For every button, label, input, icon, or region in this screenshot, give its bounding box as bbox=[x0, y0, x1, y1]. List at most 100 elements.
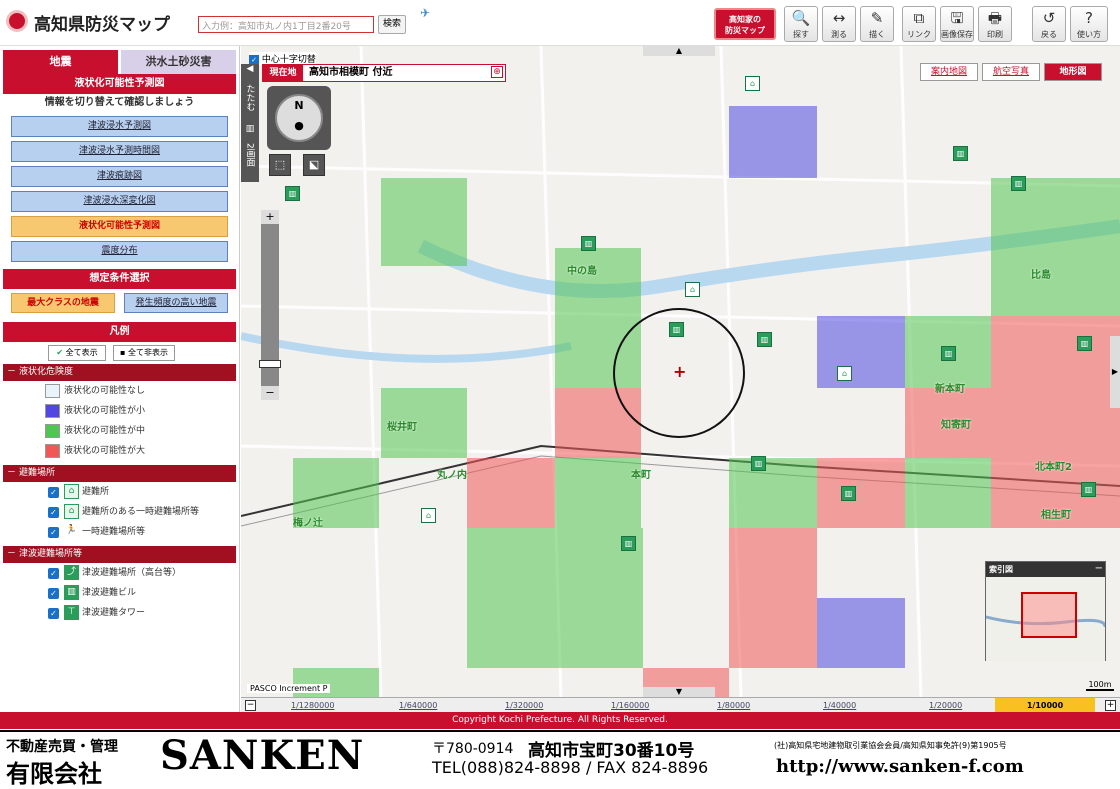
hide-all-button[interactable]: ▪ 全て非表示 bbox=[113, 345, 175, 361]
tsunami-building-icon[interactable]: ▥ bbox=[751, 456, 766, 471]
collapse-arrow-icon[interactable]: ◀ bbox=[241, 64, 259, 74]
up-arrow-icon[interactable]: ▲ bbox=[643, 46, 715, 56]
menu-tsunami-trace[interactable]: 津波痕跡図 bbox=[11, 166, 228, 187]
target-icon[interactable]: ⊕ bbox=[491, 66, 503, 78]
map-type-guide[interactable]: 案内地図 bbox=[920, 63, 978, 81]
tsunami-building-icon[interactable]: ▥ bbox=[581, 236, 596, 251]
menu-tsunami-depth[interactable]: 津波浸水深変化図 bbox=[11, 191, 228, 212]
find-button[interactable]: 🔍 探す bbox=[784, 6, 818, 42]
tsunami-building-icon[interactable]: ▥ bbox=[757, 332, 772, 347]
compass-icon[interactable]: N ● bbox=[275, 94, 323, 142]
plane-icon: ✈ bbox=[420, 6, 431, 20]
scale-option-current[interactable]: 1/10000 bbox=[995, 698, 1095, 713]
down-arrow-icon[interactable]: ▼ bbox=[643, 687, 715, 697]
map-type-terrain[interactable]: 地形図 bbox=[1044, 63, 1102, 81]
scale-option[interactable]: 1/40000 bbox=[823, 698, 856, 713]
zoom-out-box-icon[interactable]: ⬕ bbox=[303, 154, 325, 176]
menu-tsunami-flood[interactable]: 津波浸水予測図 bbox=[11, 116, 228, 137]
link-button[interactable]: ⧉ リンク bbox=[902, 6, 936, 42]
legend-label: 津波避難タワー bbox=[82, 608, 146, 618]
legend-item: 液状化の可能性なし bbox=[0, 381, 239, 401]
tsunami-building-icon[interactable]: ▥ bbox=[841, 486, 856, 501]
place-label: 本町 bbox=[631, 470, 651, 481]
tsunami-building-icon[interactable]: ▥ bbox=[953, 146, 968, 161]
shelter-icon[interactable]: ⌂ bbox=[421, 508, 436, 523]
checkbox-icon[interactable]: ✓ bbox=[48, 608, 59, 619]
split-button[interactable]: 2画面 bbox=[244, 136, 257, 174]
scale-option[interactable]: 1/640000 bbox=[399, 698, 437, 713]
back-button[interactable]: ↺ 戻る bbox=[1032, 6, 1066, 42]
draw-button[interactable]: ✎ 描く bbox=[860, 6, 894, 42]
place-label: 丸ノ内 bbox=[437, 470, 467, 481]
zoom-in-icon[interactable]: + bbox=[261, 210, 279, 224]
pencil-icon: ✎ bbox=[870, 9, 884, 27]
legend-label: 液状化の可能性が大 bbox=[64, 446, 146, 456]
shelter-icon[interactable]: ⌂ bbox=[685, 282, 700, 297]
home-disaster-map-button[interactable]: 高知家の 防災マップ bbox=[714, 8, 776, 40]
scale-option[interactable]: 1/320000 bbox=[505, 698, 543, 713]
place-label: 梅ノ辻 bbox=[293, 518, 323, 529]
shelter-icon[interactable]: ⌂ bbox=[837, 366, 852, 381]
scale-option[interactable]: 1/20000 bbox=[929, 698, 962, 713]
checkbox-icon[interactable]: ✓ bbox=[48, 527, 59, 538]
place-label: 新本町 bbox=[935, 384, 965, 395]
zoom-box-icon[interactable]: ⬚ bbox=[269, 154, 291, 176]
index-map-close-icon[interactable]: − bbox=[1095, 563, 1103, 574]
draw-label: 描く bbox=[869, 30, 885, 39]
tsunami-building-icon[interactable]: ▥ bbox=[285, 186, 300, 201]
scale-plus-icon[interactable]: + bbox=[1105, 700, 1116, 711]
zoom-handle[interactable] bbox=[259, 360, 281, 368]
tsunami-building-icon[interactable]: ▥ bbox=[621, 536, 636, 551]
zoom-out-icon[interactable]: − bbox=[261, 386, 279, 400]
measure-button[interactable]: ↔ 測る bbox=[822, 6, 856, 42]
tab-flood[interactable]: 洪水土砂災害 bbox=[121, 50, 236, 74]
checkbox-icon[interactable]: ✓ bbox=[48, 568, 59, 579]
collapse-button[interactable]: たたむ bbox=[244, 76, 257, 118]
scale-option[interactable]: 1/1280000 bbox=[291, 698, 334, 713]
max-class-quake-button[interactable]: 最大クラスの地震 bbox=[11, 293, 115, 313]
checkbox-icon[interactable]: ✓ bbox=[48, 487, 59, 498]
print-button[interactable]: 🖶 印刷 bbox=[978, 6, 1012, 42]
place-label: 桜井町 bbox=[387, 422, 417, 433]
legend-group-tsunami[interactable]: 津波避難場所等 bbox=[3, 546, 236, 563]
tsunami-building-icon[interactable]: ▥ bbox=[941, 346, 956, 361]
tsunami-building-icon[interactable]: ▥ bbox=[1011, 176, 1026, 191]
map-type-aerial[interactable]: 航空写真 bbox=[982, 63, 1040, 81]
search-button[interactable]: 検索 bbox=[378, 15, 406, 34]
shelter-icon[interactable]: ⌂ bbox=[745, 76, 760, 91]
right-arrow-icon[interactable]: ▶ bbox=[1110, 336, 1120, 408]
index-map[interactable]: 索引図 − bbox=[985, 561, 1107, 661]
pan-control[interactable]: N ● bbox=[267, 86, 331, 150]
ad-banner[interactable]: 不動産売買・管理 有限会社 SANKEN 〒780-0914 高知市宝町30番1… bbox=[0, 730, 1120, 788]
legend-item: ✓ ⌂ 避難所 bbox=[0, 482, 239, 502]
swatch-high bbox=[45, 444, 60, 458]
left-panel: 地震 洪水土砂災害 液状化可能性予測図 情報を切り替えて確認しましょう 津波浸水… bbox=[0, 46, 240, 712]
show-all-button[interactable]: ✔ 全て表示 bbox=[48, 345, 106, 361]
save-image-button[interactable]: 🖫 画像保存 bbox=[940, 6, 974, 42]
liquefaction-zone bbox=[817, 458, 905, 528]
printer-icon: 🖶 bbox=[987, 9, 1003, 27]
scale-option[interactable]: 1/80000 bbox=[717, 698, 750, 713]
liquefaction-zone bbox=[905, 388, 1120, 458]
legend-item: ✓ ⊤ 津波避難タワー bbox=[0, 603, 239, 623]
link-label: リンク bbox=[907, 30, 931, 39]
back-label: 戻る bbox=[1041, 30, 1057, 39]
menu-seismic-intensity[interactable]: 震度分布 bbox=[11, 241, 228, 262]
tab-earthquake[interactable]: 地震 bbox=[3, 50, 118, 74]
menu-tsunami-time[interactable]: 津波浸水予測時間図 bbox=[11, 141, 228, 162]
checkbox-icon[interactable]: ✓ bbox=[48, 588, 59, 599]
help-button[interactable]: ? 使い方 bbox=[1070, 6, 1108, 42]
tsunami-building-icon[interactable]: ▥ bbox=[1081, 482, 1096, 497]
menu-liquefaction[interactable]: 液状化可能性予測図 bbox=[11, 216, 228, 237]
search-input[interactable]: 入力例：高知市丸ノ内1丁目2番20号 bbox=[198, 16, 374, 33]
frequent-quake-button[interactable]: 発生頻度の高い地震 bbox=[124, 293, 228, 313]
scale-option[interactable]: 1/160000 bbox=[611, 698, 649, 713]
scale-minus-icon[interactable]: − bbox=[245, 700, 256, 711]
tsunami-building-icon[interactable]: ▥ bbox=[1077, 336, 1092, 351]
place-label: 北本町2 bbox=[1035, 462, 1072, 473]
ad-url[interactable]: http://www.sanken-f.com bbox=[776, 756, 1024, 777]
legend-group-liquefaction[interactable]: 液状化危険度 bbox=[3, 364, 236, 381]
zoom-slider[interactable]: + − bbox=[259, 210, 281, 400]
checkbox-icon[interactable]: ✓ bbox=[48, 507, 59, 518]
legend-group-evacuation[interactable]: 避難場所 bbox=[3, 465, 236, 482]
